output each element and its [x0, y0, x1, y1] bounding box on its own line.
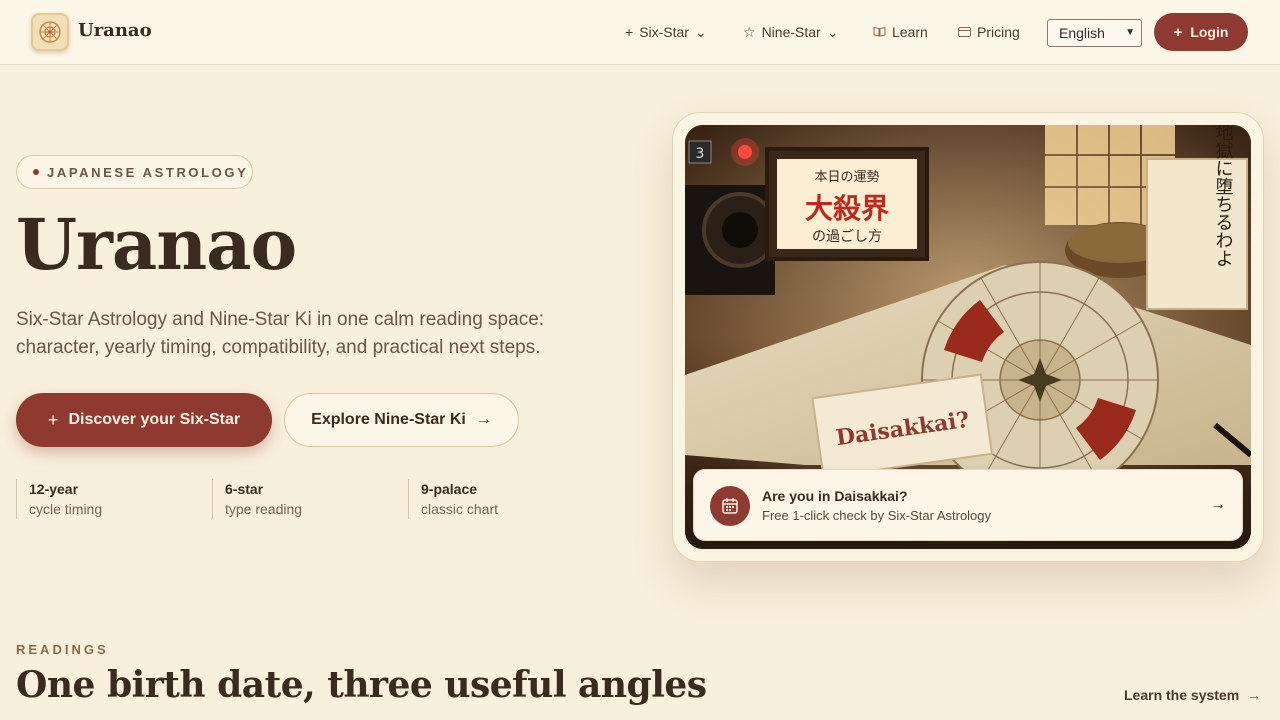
logo-icon[interactable] [31, 13, 69, 51]
nav-nine-star[interactable]: ☆ Nine-Star ⌄ [743, 0, 838, 64]
discover-six-star-button[interactable]: + Discover your Six-Star [16, 393, 272, 447]
nav-six-star-label: Six-Star [639, 24, 689, 40]
nav-nine-star-label: Nine-Star [761, 24, 821, 40]
arrow-right-icon: → [1210, 496, 1226, 513]
hero-description-line-2: character, yearly timing, compatibility,… [16, 337, 541, 358]
notice-title: Are you in Daisakkai? [762, 488, 908, 504]
book-icon [873, 24, 886, 40]
section-title: One birth date, three useful angles [16, 664, 707, 706]
badge-label: JAPANESE ASTROLOGY [47, 164, 249, 180]
language-select-value: English [1059, 25, 1105, 41]
hero-description-line-1: Six-Star Astrology and Nine-Star Ki in o… [16, 309, 545, 330]
stat-label: type reading [225, 501, 303, 517]
login-label: Login [1190, 24, 1229, 40]
card-icon [958, 24, 971, 40]
stat-label: classic chart [421, 501, 499, 517]
stat-value: 9-palace [421, 481, 478, 497]
stat-chart: 9-palace classic chart [408, 479, 498, 519]
arrow-right-icon: → [475, 411, 492, 428]
sparkle-icon: + [1173, 23, 1183, 41]
stat-value: 6-star [225, 481, 264, 497]
explore-nine-star-button[interactable]: Explore Nine-Star Ki → [284, 393, 519, 447]
chevron-down-icon: ⌄ [826, 23, 839, 40]
hero-description: Six-Star Astrology and Nine-Star Ki in o… [16, 306, 596, 362]
scroll-text: 地獄に堕ちるわよ [1213, 125, 1234, 267]
notice-subtitle: Free 1-click check by Six-Star Astrology [762, 508, 992, 523]
page-title: Uranao [16, 203, 297, 286]
sign-top-text: 本日の運勢 [814, 170, 879, 185]
top-header: Uranao + Six-Star ⌄ ☆ Nine-Star ⌄ Learn … [0, 0, 1280, 65]
learn-system-link[interactable]: Learn the system → [1124, 687, 1261, 703]
nav-pricing[interactable]: Pricing [958, 0, 1020, 64]
chevron-down-icon: ▼ [1125, 27, 1135, 38]
stat-cycle: 12-year cycle timing [16, 479, 102, 519]
sign-bottom-text: の過ごし方 [812, 229, 882, 245]
sign-main-text: 大殺界 [805, 192, 889, 225]
category-badge: JAPANESE ASTROLOGY [16, 155, 253, 189]
explore-nine-star-label: Explore Nine-Star Ki [311, 411, 466, 428]
nav-learn[interactable]: Learn [873, 0, 928, 64]
learn-system-label: Learn the system [1124, 687, 1240, 703]
daisakkai-check-card[interactable]: Are you in Daisakkai? Free 1-click check… [693, 469, 1243, 541]
corner-number: 3 [696, 146, 705, 162]
stat-label: cycle timing [29, 501, 103, 517]
section-label: READINGS [16, 642, 109, 657]
discover-six-star-label: Discover your Six-Star [68, 411, 241, 428]
nav-six-star[interactable]: + Six-Star ⌄ [625, 0, 707, 64]
login-button[interactable]: + Login [1154, 13, 1248, 51]
brand-name[interactable]: Uranao [78, 20, 152, 41]
chevron-down-icon: ⌄ [694, 23, 707, 40]
calendar-icon [710, 486, 750, 526]
badge-dot [33, 169, 39, 175]
star-icon: ☆ [743, 23, 756, 40]
sparkle-icon: + [47, 409, 59, 430]
sparkle-icon: + [625, 24, 634, 40]
nav-learn-label: Learn [892, 24, 928, 40]
nav-pricing-label: Pricing [977, 24, 1020, 40]
arrow-right-icon: → [1247, 687, 1262, 703]
language-select[interactable]: English ▼ [1047, 19, 1142, 47]
stat-value: 12-year [29, 481, 79, 497]
stat-type: 6-star type reading [212, 479, 302, 519]
